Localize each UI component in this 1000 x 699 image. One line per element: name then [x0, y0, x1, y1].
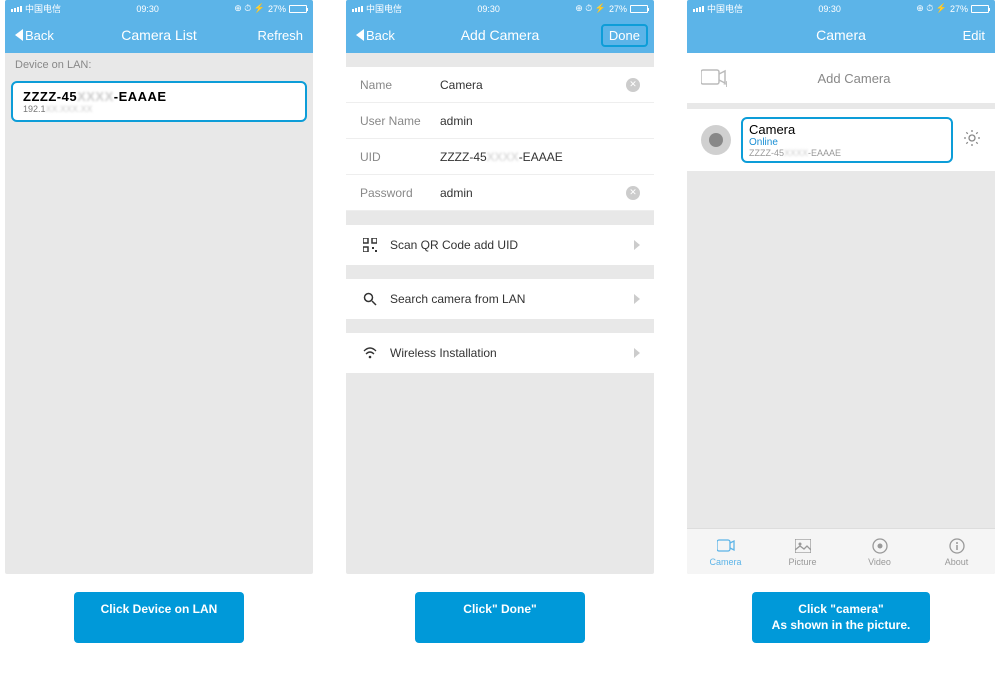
clock: 09:30 — [818, 4, 841, 14]
chevron-right-icon — [634, 348, 640, 358]
tab-picture[interactable]: Picture — [764, 529, 841, 574]
indicators: ⊕ ⏱ ⚡ — [575, 3, 606, 14]
camera-status: Online — [749, 137, 945, 148]
camera-icon — [717, 537, 735, 555]
caption-2: Click" Done" — [415, 592, 585, 643]
lan-device-item[interactable]: ZZZZ-45XXXX-EAAAE 192.1XX.XXX.XX — [11, 81, 307, 122]
screen-add-camera: 中国电信 09:30 ⊕ ⏱ ⚡ 27% Back Add Camera Don… — [346, 0, 654, 574]
caption-1: Click Device on LAN — [74, 592, 244, 643]
status-bar: 中国电信 09:30 ⊕ ⏱ ⚡ 27% — [5, 0, 313, 17]
battery-percent: 27% — [950, 4, 968, 14]
device-uid: ZZZZ-45XXXX-EAAAE — [23, 89, 295, 104]
indicators: ⊕ ⏱ ⚡ — [234, 3, 265, 14]
nav-bar: Back Add Camera Done — [346, 17, 654, 53]
chevron-left-icon — [15, 29, 23, 41]
page-title: Camera List — [121, 27, 196, 43]
tab-bar: Camera Picture Video About — [687, 528, 995, 574]
clock: 09:30 — [136, 4, 159, 14]
caption-3: Click "camera"As shown in the picture. — [752, 592, 931, 643]
status-bar: 中国电信 09:30 ⊕ ⏱ ⚡ 27% — [687, 0, 995, 17]
battery-percent: 27% — [609, 4, 627, 14]
info-icon — [948, 537, 966, 555]
carrier-label: 中国电信 — [25, 2, 61, 15]
status-bar: 中国电信 09:30 ⊕ ⏱ ⚡ 27% — [346, 0, 654, 17]
uid-label: UID — [360, 150, 440, 164]
indicators: ⊕ ⏱ ⚡ — [916, 3, 947, 14]
device-ip: 192.1XX.XXX.XX — [23, 104, 295, 114]
chevron-left-icon — [356, 29, 364, 41]
gear-icon[interactable] — [963, 129, 981, 152]
page-title: Camera — [816, 27, 866, 43]
clear-icon[interactable]: ✕ — [626, 186, 640, 200]
chevron-right-icon — [634, 294, 640, 304]
battery-icon — [630, 5, 648, 13]
chevron-right-icon — [634, 240, 640, 250]
camera-uid: ZZZZ-45XXXX-EAAAE — [749, 148, 945, 158]
battery-icon — [289, 5, 307, 13]
signal-icon — [352, 6, 363, 12]
tab-about[interactable]: About — [918, 529, 995, 574]
camera-list-item[interactable]: Camera Online ZZZZ-45XXXX-EAAAE — [687, 109, 995, 171]
qr-icon — [360, 238, 380, 252]
username-label: User Name — [360, 114, 440, 128]
name-value[interactable]: Camera — [440, 78, 626, 92]
page-title: Add Camera — [461, 27, 540, 43]
tab-video[interactable]: Video — [841, 529, 918, 574]
name-field-row[interactable]: Name Camera ✕ — [346, 67, 654, 103]
back-button[interactable]: Back — [15, 28, 54, 43]
wireless-install-button[interactable]: Wireless Installation — [346, 333, 654, 373]
password-value[interactable]: admin — [440, 186, 626, 200]
refresh-button[interactable]: Refresh — [257, 28, 303, 43]
tab-camera[interactable]: Camera — [687, 529, 764, 574]
edit-button[interactable]: Edit — [963, 28, 985, 43]
nav-bar: Back Camera List Refresh — [5, 17, 313, 53]
video-icon — [871, 537, 889, 555]
scan-qr-button[interactable]: Scan QR Code add UID — [346, 225, 654, 265]
clear-icon[interactable]: ✕ — [626, 78, 640, 92]
signal-icon — [11, 6, 22, 12]
section-label: Device on LAN: — [5, 53, 313, 77]
battery-icon — [971, 5, 989, 13]
search-icon — [360, 292, 380, 306]
password-label: Password — [360, 186, 440, 200]
signal-icon — [693, 6, 704, 12]
camera-name: Camera — [749, 122, 945, 137]
screen-camera-list: 中国电信 09:30 ⊕ ⏱ ⚡ 27% Back Camera List Re… — [5, 0, 313, 574]
carrier-label: 中国电信 — [366, 2, 402, 15]
name-label: Name — [360, 78, 440, 92]
screen-camera: 中国电信 09:30 ⊕ ⏱ ⚡ 27% Camera Edit + Add C… — [687, 0, 995, 574]
wifi-icon — [360, 346, 380, 360]
back-button[interactable]: Back — [356, 28, 395, 43]
add-camera-button[interactable]: + Add Camera — [687, 53, 995, 103]
done-button[interactable]: Done — [601, 24, 648, 47]
search-lan-button[interactable]: Search camera from LAN — [346, 279, 654, 319]
camera-thumb-icon — [701, 125, 731, 155]
add-camera-icon: + — [701, 68, 727, 88]
battery-percent: 27% — [268, 4, 286, 14]
carrier-label: 中国电信 — [707, 2, 743, 15]
clock: 09:30 — [477, 4, 500, 14]
username-value[interactable]: admin — [440, 114, 640, 128]
picture-icon — [794, 537, 812, 555]
password-field-row[interactable]: Password admin ✕ — [346, 175, 654, 211]
uid-field-row[interactable]: UID ZZZZ-45XXXX-EAAAE — [346, 139, 654, 175]
username-field-row[interactable]: User Name admin — [346, 103, 654, 139]
uid-value[interactable]: ZZZZ-45XXXX-EAAAE — [440, 150, 640, 164]
nav-bar: Camera Edit — [687, 17, 995, 53]
